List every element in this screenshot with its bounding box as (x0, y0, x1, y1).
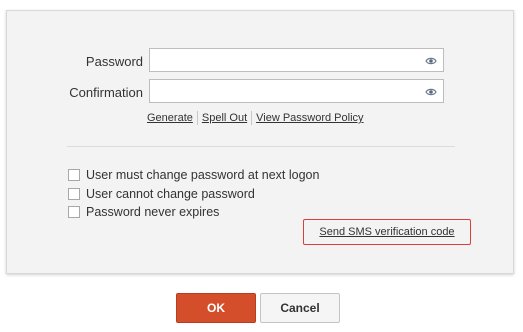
never-expires-label: Password never expires (86, 205, 220, 219)
generate-link[interactable]: Generate (147, 112, 193, 124)
password-input[interactable] (149, 48, 444, 72)
confirmation-input[interactable] (149, 79, 444, 103)
cannot-change-label: User cannot change password (86, 187, 255, 201)
confirmation-row: Confirmation (7, 79, 515, 105)
eye-icon[interactable] (425, 55, 437, 67)
must-change-checkbox[interactable] (68, 169, 80, 181)
cancel-button[interactable]: Cancel (260, 293, 340, 323)
section-divider (67, 146, 455, 147)
password-row: Password (7, 48, 515, 74)
spell-out-link[interactable]: Spell Out (202, 112, 247, 124)
send-sms-label: Send SMS verification code (319, 226, 455, 238)
cannot-change-checkbox[interactable] (68, 188, 80, 200)
ok-button[interactable]: OK (176, 293, 256, 323)
password-label: Password (85, 54, 143, 69)
send-sms-verification-button[interactable]: Send SMS verification code (303, 219, 471, 245)
never-expires-checkbox[interactable] (68, 206, 80, 218)
password-dialog-panel: Password Confirmation Generate Spell Out V… (6, 10, 514, 274)
link-separator (196, 111, 198, 125)
link-separator (251, 111, 253, 125)
eye-icon[interactable] (425, 86, 437, 98)
password-tools-links: Generate Spell Out View Password Policy (147, 111, 364, 125)
confirmation-label: Confirmation (69, 85, 143, 100)
must-change-label: User must change password at next logon (86, 168, 320, 182)
view-password-policy-link[interactable]: View Password Policy (256, 112, 363, 124)
